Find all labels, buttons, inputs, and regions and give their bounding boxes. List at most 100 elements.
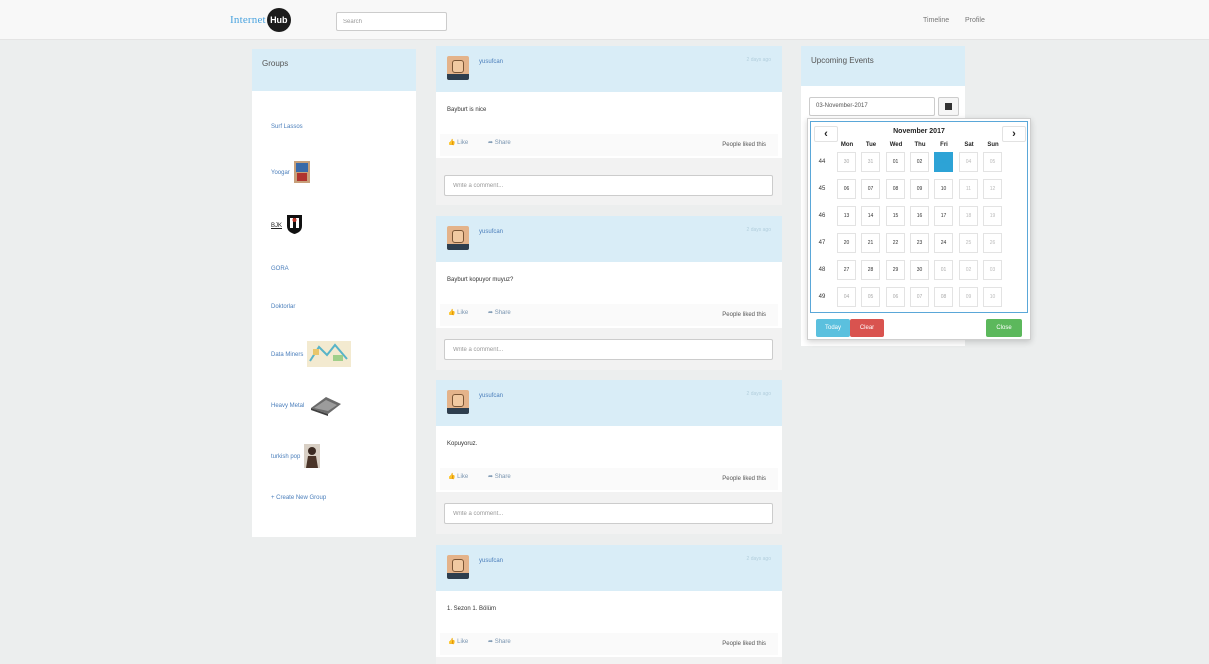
post-timestamp: 2 days ago [746, 57, 771, 63]
group-label: Yoogar [271, 170, 290, 176]
calendar-day-cell[interactable]: 31 [861, 152, 880, 172]
group-link-surf-lassos[interactable]: Surf Lassos [271, 124, 303, 130]
group-link-yoogar[interactable]: Yoogar [271, 161, 310, 185]
calendar-day-cell[interactable]: 03 [983, 260, 1002, 280]
likes-count-text[interactable]: People liked this [722, 641, 766, 647]
calendar-day-cell[interactable]: 06 [837, 179, 856, 199]
search-input[interactable] [336, 12, 447, 31]
calendar-day-cell[interactable]: 09 [910, 179, 929, 199]
share-button[interactable]: ➦ Share [488, 309, 511, 316]
calendar-day-cell[interactable]: 01 [934, 260, 953, 280]
calendar-day-cell[interactable]: 26 [983, 233, 1002, 253]
calendar-day-cell[interactable]: 09 [959, 287, 978, 307]
calendar-day-cell[interactable]: 02 [959, 260, 978, 280]
comment-input[interactable] [444, 339, 773, 360]
like-button[interactable]: 👍 Like [448, 473, 468, 480]
calendar-day-cell[interactable]: 11 [959, 179, 978, 199]
calendar-day-cell[interactable]: 18 [959, 206, 978, 226]
likes-count-text[interactable]: People liked this [722, 312, 766, 318]
calendar-day-cell[interactable]: 27 [837, 260, 856, 280]
calendar-day-cell[interactable]: 22 [886, 233, 905, 253]
calendar-day-cell[interactable]: 15 [886, 206, 905, 226]
share-button[interactable]: ➦ Share [488, 638, 511, 645]
brand-text: Internet [230, 14, 266, 26]
create-group-link[interactable]: + Create New Group [271, 495, 326, 501]
calendar-day-cell[interactable]: 08 [886, 179, 905, 199]
calendar-day-cell[interactable]: 02 [910, 152, 929, 172]
group-link-gora[interactable]: GORA [271, 266, 289, 272]
like-button[interactable]: 👍 Like [448, 139, 468, 146]
calendar-day-cell[interactable]: 24 [934, 233, 953, 253]
post-action-bar: 👍 Like ➦ Share People liked this [440, 134, 778, 156]
post-card: yusufcan 2 days ago Bayburt kopuyor muyu… [436, 216, 782, 370]
user-avatar[interactable] [447, 226, 469, 250]
calendar-day-cell[interactable]: 16 [910, 206, 929, 226]
group-link-data-miners[interactable]: Data Miners [271, 341, 352, 369]
post-username[interactable]: yusufcan [479, 59, 503, 65]
share-arrow-icon: ➦ [488, 310, 494, 316]
prev-month-button[interactable]: ‹ [814, 126, 838, 142]
calendar-day-cell[interactable]: 10 [983, 287, 1002, 307]
likes-count-text[interactable]: People liked this [722, 142, 766, 148]
user-avatar[interactable] [447, 56, 469, 80]
share-button[interactable]: ➦ Share [488, 139, 511, 146]
calendar-day-cell[interactable]: 10 [934, 179, 953, 199]
post-header: yusufcan 2 days ago [436, 380, 782, 426]
calendar-toggle-button[interactable] [938, 97, 959, 116]
calendar-day-cell[interactable]: 14 [861, 206, 880, 226]
calendar-day-cell[interactable]: 25 [959, 233, 978, 253]
share-label: Share [494, 310, 511, 316]
comment-input[interactable] [444, 503, 773, 524]
thumbs-up-icon: 👍 [448, 474, 456, 480]
calendar-day-cell[interactable]: 28 [861, 260, 880, 280]
post-username[interactable]: yusufcan [479, 229, 503, 235]
group-link-turkish-pop[interactable]: turkish pop [271, 444, 321, 470]
like-button[interactable]: 👍 Like [448, 309, 468, 316]
clear-button[interactable]: Clear [850, 319, 884, 337]
post-username[interactable]: yusufcan [479, 558, 503, 564]
next-month-button[interactable]: › [1002, 126, 1026, 142]
calendar-day-cell[interactable]: 05 [983, 152, 1002, 172]
calendar-day-cell[interactable]: 12 [983, 179, 1002, 199]
group-photo-icon [293, 161, 310, 185]
close-button[interactable]: Close [986, 319, 1022, 337]
user-avatar[interactable] [447, 390, 469, 414]
user-avatar[interactable] [447, 555, 469, 579]
calendar-day-cell[interactable]: 23 [910, 233, 929, 253]
group-link-doktorlar[interactable]: Doktorlar [271, 304, 295, 310]
calendar-month-label[interactable]: November 2017 [841, 128, 997, 135]
calendar-day-cell[interactable]: 08 [934, 287, 953, 307]
nav-link-profile[interactable]: Profile [965, 17, 985, 24]
calendar-day-cell[interactable]: 04 [837, 287, 856, 307]
calendar-day-cell[interactable]: 07 [861, 179, 880, 199]
nav-link-timeline[interactable]: Timeline [923, 17, 949, 24]
comment-input[interactable] [444, 175, 773, 196]
calendar-day-cell[interactable]: 19 [983, 206, 1002, 226]
week-number: 46 [818, 213, 826, 219]
today-button[interactable]: Today [816, 319, 850, 337]
group-label: BJK [271, 222, 283, 229]
post-actions: 👍 Like ➦ Share People liked this [436, 468, 782, 492]
calendar-day-cell[interactable]: 03 [934, 152, 953, 172]
post-username[interactable]: yusufcan [479, 393, 503, 399]
calendar-day-cell[interactable]: 01 [886, 152, 905, 172]
likes-count-text[interactable]: People liked this [722, 476, 766, 482]
calendar-day-cell[interactable]: 13 [837, 206, 856, 226]
calendar-day-cell[interactable]: 30 [910, 260, 929, 280]
event-date-input[interactable]: 03-November-2017 [809, 97, 935, 116]
group-link-heavy-metal[interactable]: Heavy Metal [271, 394, 344, 418]
calendar-day-cell[interactable]: 17 [934, 206, 953, 226]
share-button[interactable]: ➦ Share [488, 473, 511, 480]
calendar-day-cell[interactable]: 06 [886, 287, 905, 307]
calendar-day-cell[interactable]: 04 [959, 152, 978, 172]
week-number: 44 [818, 159, 826, 165]
like-button[interactable]: 👍 Like [448, 638, 468, 645]
calendar-day-cell[interactable]: 21 [861, 233, 880, 253]
group-link-bjk[interactable]: BJK [271, 214, 303, 237]
calendar-day-cell[interactable]: 05 [861, 287, 880, 307]
calendar-day-cell[interactable]: 20 [837, 233, 856, 253]
calendar-day-cell[interactable]: 07 [910, 287, 929, 307]
calendar-day-cell[interactable]: 29 [886, 260, 905, 280]
brand-logo[interactable]: Internet Hub [230, 8, 291, 32]
calendar-day-cell[interactable]: 30 [837, 152, 856, 172]
